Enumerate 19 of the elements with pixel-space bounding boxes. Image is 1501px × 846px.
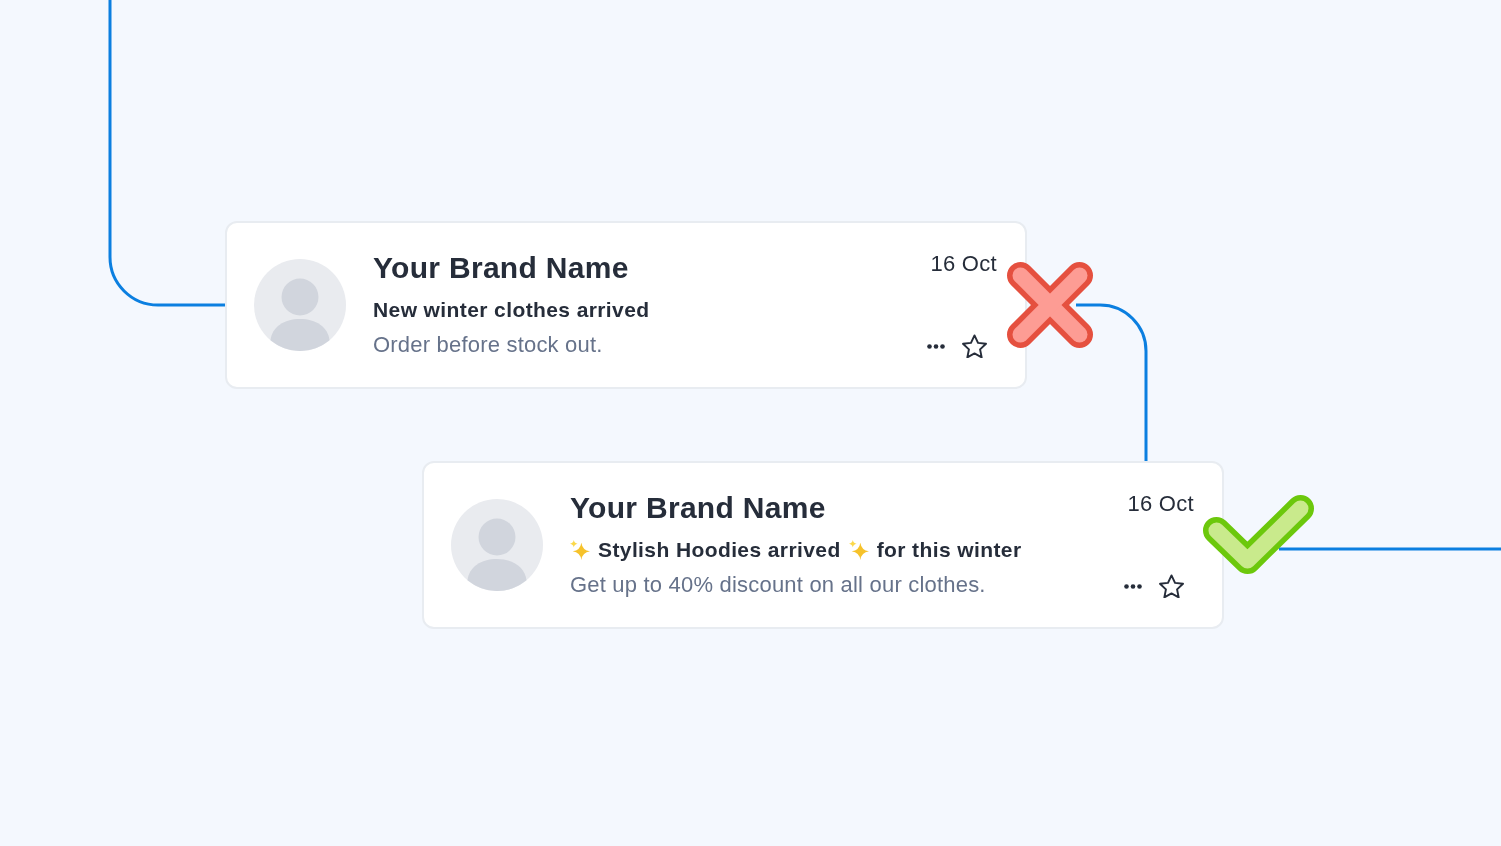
- sender-name: Your Brand Name: [373, 250, 629, 286]
- more-icon[interactable]: [1124, 583, 1142, 589]
- subject-text: New winter clothes arrived: [373, 297, 650, 323]
- sparkle-icon: [848, 540, 869, 560]
- more-icon[interactable]: [927, 343, 945, 349]
- date-label: 16 Oct: [1127, 491, 1194, 517]
- star-icon[interactable]: [1159, 574, 1184, 598]
- subject-text: Stylish Hoodies arrived: [598, 537, 841, 563]
- star-icon[interactable]: [962, 334, 987, 358]
- avatar-icon: [254, 259, 346, 351]
- message-preview: Get up to 40% discount on all our clothes.: [570, 571, 986, 599]
- sparkle-icon: [570, 540, 590, 560]
- date-label: 16 Oct: [930, 251, 997, 277]
- message-preview: Order before stock out.: [373, 331, 603, 359]
- cross-icon: [1007, 262, 1093, 348]
- avatar-icon: [451, 499, 543, 591]
- sender-name: Your Brand Name: [570, 490, 826, 526]
- check-icon: [1203, 495, 1314, 574]
- subject-text: for this winter: [876, 537, 1022, 563]
